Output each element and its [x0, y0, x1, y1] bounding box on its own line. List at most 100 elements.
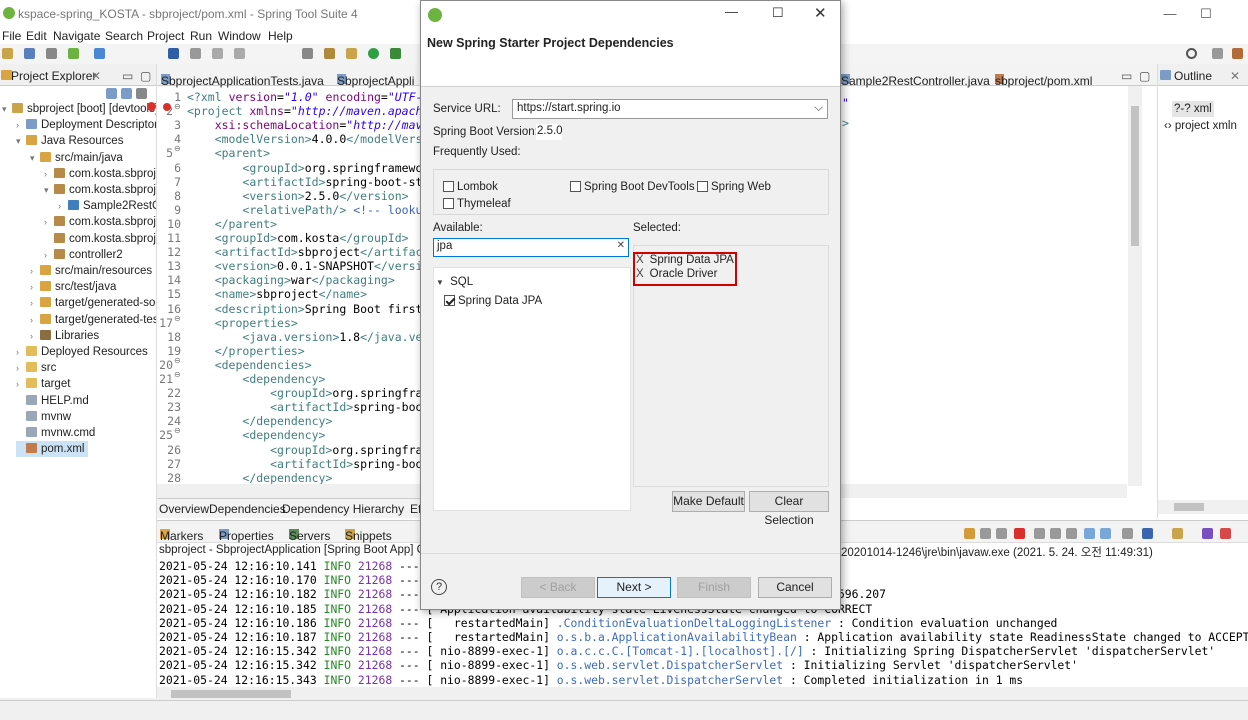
twisty-icon[interactable]: ▾ — [44, 182, 54, 198]
fold-icon[interactable]: ⊖ — [174, 102, 181, 111]
filter-icon[interactable] — [136, 88, 147, 99]
tree-item[interactable]: › src/test/java — [30, 279, 116, 295]
tree-item[interactable]: mvnw — [16, 409, 71, 425]
checkbox-icon[interactable] — [570, 181, 581, 192]
run-debug-icon[interactable] — [190, 48, 201, 59]
tree-item[interactable]: HELP.md — [16, 393, 89, 409]
twisty-icon[interactable]: › — [30, 263, 40, 279]
twisty-icon[interactable]: ▾ — [30, 150, 40, 166]
twisty-icon[interactable]: › — [30, 295, 40, 311]
checkbox-icon[interactable] — [697, 181, 708, 192]
clear-selection-button[interactable]: Clear Selection — [749, 491, 829, 527]
menu-item[interactable]: Project — [147, 29, 184, 43]
category-row[interactable]: ▼ SQL — [436, 276, 473, 288]
dependency-search-input[interactable]: jpa ✕ — [433, 238, 629, 257]
checkbox-icon[interactable] — [443, 198, 454, 209]
make-default-button[interactable]: Make Default — [672, 491, 745, 512]
menu-item[interactable]: Run — [190, 29, 212, 43]
minimize-view-icon[interactable]: ▭ — [1121, 69, 1132, 83]
console-tool-icon[interactable] — [1220, 528, 1231, 539]
minimize-icon[interactable]: — — [1160, 4, 1180, 24]
outline-hscroll[interactable] — [1158, 500, 1248, 514]
vertical-scrollbar[interactable] — [1128, 86, 1142, 486]
finish-button[interactable]: Finish — [677, 577, 751, 598]
print-icon[interactable] — [46, 48, 57, 59]
fold-icon[interactable]: ⊖ — [174, 356, 181, 365]
pom-editor-tab[interactable]: Dependencies — [209, 502, 286, 516]
scroll-lock-icon[interactable] — [1084, 528, 1095, 539]
menu-item[interactable]: File — [2, 29, 21, 43]
tree-item[interactable]: › com.kosta.sbproje — [44, 166, 156, 182]
menu-item[interactable]: Search — [105, 29, 143, 43]
twisty-icon[interactable]: ▾ — [2, 101, 12, 117]
tree-item[interactable]: ▾ com.kosta.sbproje — [44, 182, 156, 198]
terminate-icon[interactable] — [1014, 528, 1025, 539]
link-editor-icon[interactable] — [121, 88, 132, 99]
tree-item[interactable]: › src/main/resources — [30, 263, 152, 279]
pom-editor-tab[interactable]: Overview — [159, 502, 209, 516]
tree-item[interactable]: › Deployment Descriptor: — [16, 117, 156, 133]
tree-item[interactable]: › Sample2RestCo — [58, 198, 156, 214]
run-spring-icon[interactable] — [368, 48, 379, 59]
tree-item[interactable]: › target — [16, 376, 70, 392]
tree-item[interactable]: › com.kosta.sbproje — [44, 214, 156, 230]
fold-icon[interactable]: ⊖ — [174, 314, 181, 323]
scrollbar-thumb[interactable] — [171, 690, 291, 698]
boot-dashboard-icon[interactable] — [68, 48, 79, 59]
fold-icon[interactable]: ⊖ — [174, 370, 181, 379]
boot-version-combo[interactable]: 2.5.0 — [536, 124, 563, 140]
pom-editor-tab[interactable]: Dependency Hierarchy — [282, 502, 404, 516]
save-icon[interactable] — [24, 48, 35, 59]
twisty-icon[interactable]: › — [30, 279, 40, 295]
twisty-icon[interactable]: › — [16, 344, 26, 360]
tree-item[interactable]: pom.xml — [16, 441, 89, 458]
terminal-icon[interactable] — [168, 48, 179, 59]
close-icon[interactable]: ✕ — [91, 69, 101, 83]
twisty-icon[interactable]: › — [16, 360, 26, 376]
fold-icon[interactable]: ⊖ — [174, 426, 181, 435]
cancel-button[interactable]: Cancel — [758, 577, 832, 598]
outline-item[interactable]: ?-? xml — [1172, 101, 1214, 117]
close-icon[interactable]: ✕ — [1230, 69, 1240, 83]
tree-item[interactable]: com.kosta.sbproje — [44, 231, 156, 247]
console-tool-icon[interactable] — [964, 528, 975, 539]
frequent-checkbox[interactable]: Lombok — [443, 181, 498, 193]
frequent-checkbox[interactable]: Spring Boot DevTools — [570, 181, 695, 193]
twisty-icon[interactable]: › — [44, 247, 54, 263]
chevron-down-icon[interactable]: ⌵ — [814, 102, 823, 115]
collapse-all-icon[interactable] — [106, 88, 117, 99]
debug-relaunch-icon[interactable] — [324, 48, 335, 59]
maximize-view-icon[interactable]: ▢ — [1139, 69, 1150, 83]
frequent-checkbox[interactable]: Thymeleaf — [443, 198, 511, 210]
twisty-icon[interactable]: › — [30, 312, 40, 328]
available-dependency[interactable]: Spring Data JPA — [444, 295, 542, 307]
tree-item[interactable]: ▾ Java Resources — [16, 133, 123, 149]
twisty-icon[interactable]: › — [44, 214, 54, 230]
tree-item[interactable]: ▾ sbproject [boot] [devtools] — [2, 101, 156, 117]
console-tool-icon[interactable] — [1034, 528, 1045, 539]
help-icon[interactable]: ? — [431, 579, 447, 595]
spring-relaunch-icon[interactable] — [346, 48, 357, 59]
pin-console-icon[interactable] — [1122, 528, 1133, 539]
dialog-minimize-icon[interactable]: — — [725, 4, 738, 19]
tree-item[interactable]: › target/generated-tes — [30, 312, 156, 328]
tree-item[interactable]: › src — [16, 360, 56, 376]
scrollbar-thumb[interactable] — [1174, 503, 1204, 511]
twisty-icon[interactable]: › — [16, 117, 26, 133]
console-tool-icon[interactable] — [1202, 528, 1213, 539]
maximize-icon[interactable]: ☐ — [1196, 4, 1216, 24]
console-tool-icon[interactable] — [996, 528, 1007, 539]
dialog-maximize-icon[interactable]: ☐ — [772, 5, 784, 21]
scrollbar-thumb[interactable] — [1131, 106, 1139, 246]
fold-icon[interactable]: ⊖ — [174, 144, 181, 153]
menu-item[interactable]: Navigate — [53, 29, 100, 43]
java-perspective-icon[interactable] — [1232, 48, 1243, 59]
run-stop-icon[interactable] — [212, 48, 223, 59]
new-wizard-icon[interactable] — [94, 48, 105, 59]
twisty-icon[interactable]: › — [58, 198, 68, 214]
checkbox-icon[interactable] — [444, 295, 455, 306]
outline-item[interactable]: ‹› project xmln — [1164, 118, 1237, 134]
chevron-down-icon[interactable]: ▼ — [436, 278, 444, 287]
menu-item[interactable]: Edit — [26, 29, 47, 43]
console-tool-icon[interactable] — [1050, 528, 1061, 539]
